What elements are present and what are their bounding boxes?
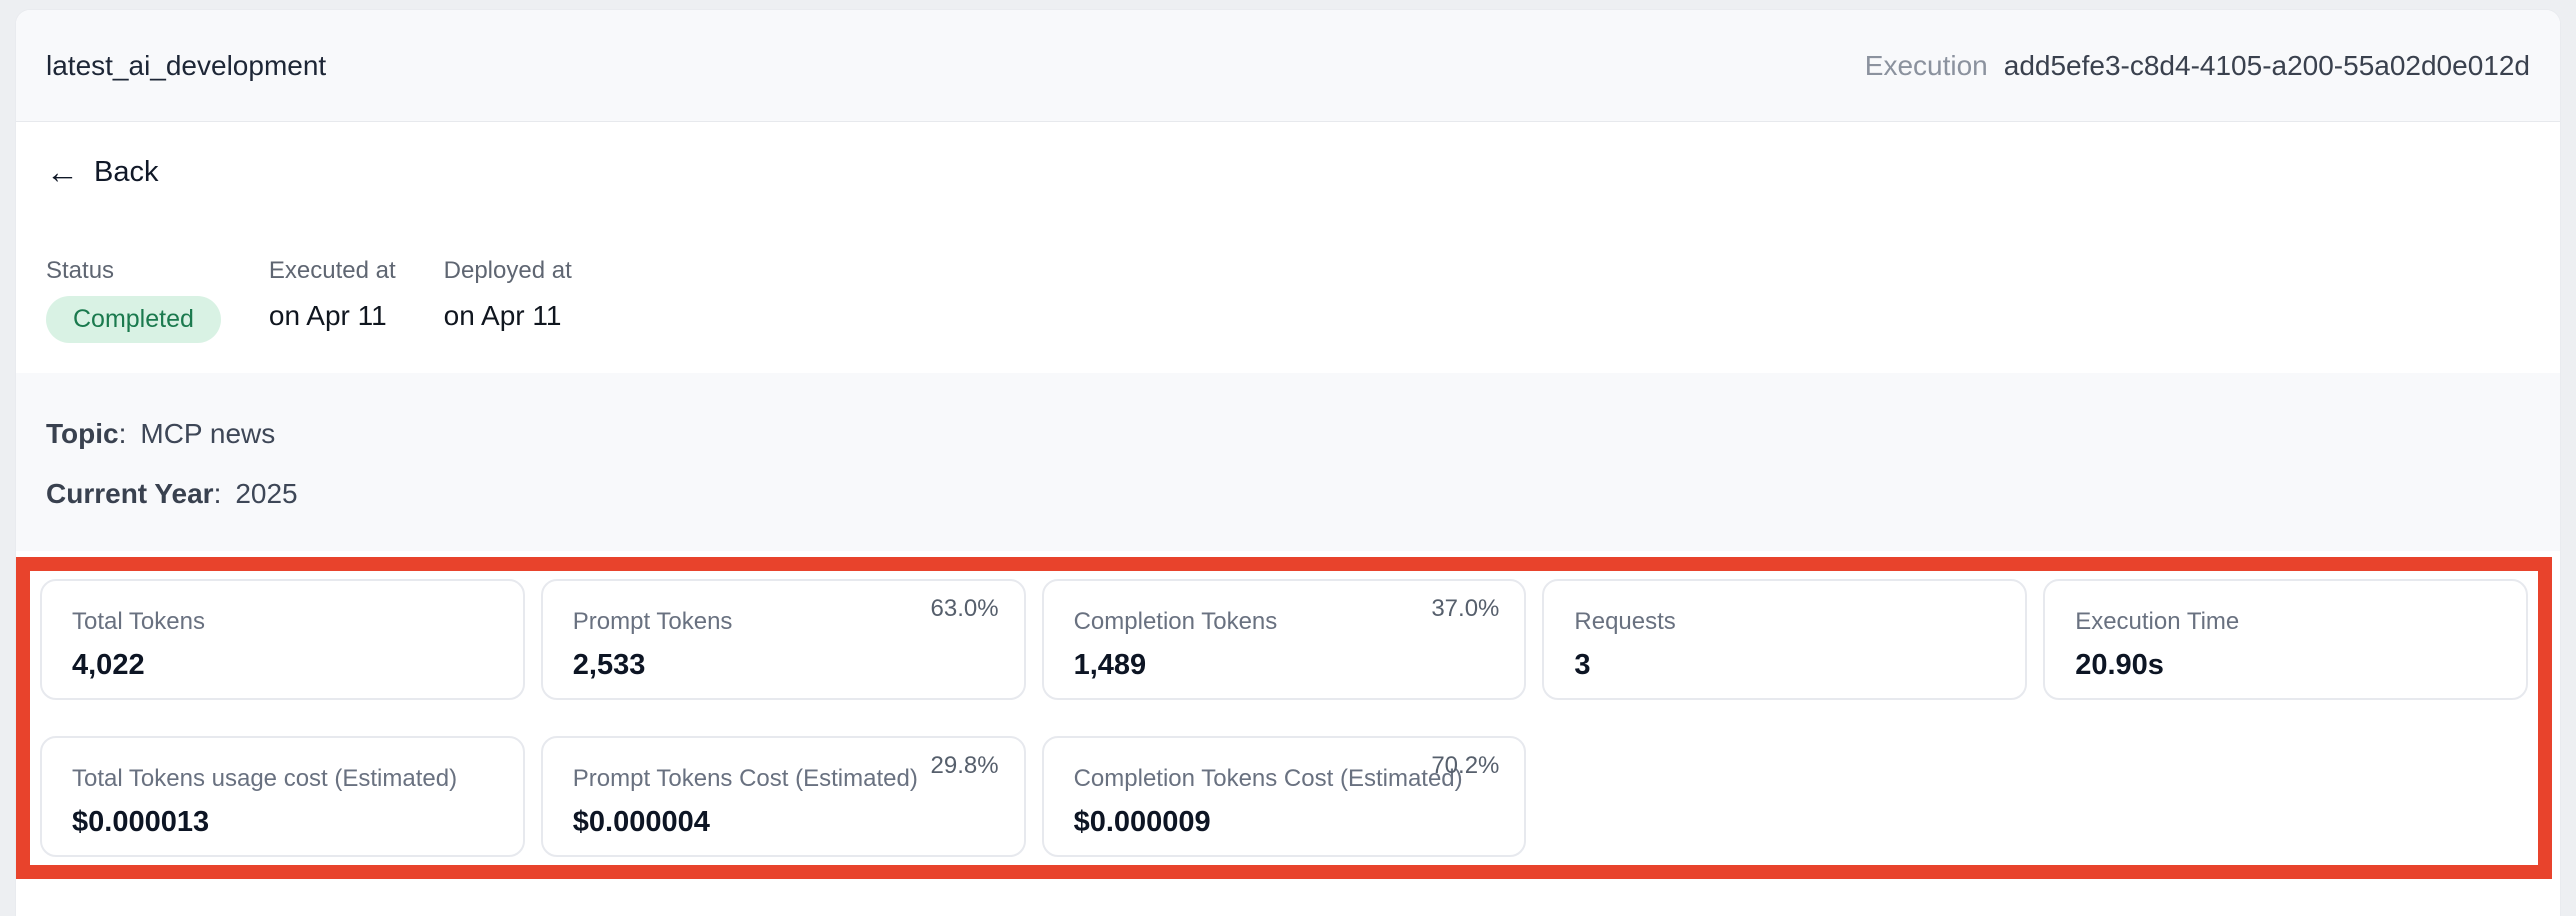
metric-value: $0.000004 — [573, 806, 1000, 839]
metric-label: Total Tokens — [72, 608, 499, 636]
execution-id: add5efe3-c8d4-4105-a200-55a02d0e012d — [2004, 50, 2530, 82]
highlight-box: Total Tokens 4,022 Prompt Tokens 2,533 6… — [16, 557, 2552, 879]
back-arrow-icon: ← — [46, 155, 79, 188]
input-current-year-label: Current Year — [46, 478, 214, 509]
status-section: ← Back Status Completed Executed at on A… — [16, 122, 2560, 373]
status-field: Status Completed — [46, 257, 221, 343]
back-button[interactable]: ← Back — [46, 156, 158, 189]
metric-card-completion-tokens: Completion Tokens 1,489 37.0% — [1042, 579, 1527, 700]
metric-percent: 63.0% — [931, 595, 999, 623]
input-topic-value: MCP news — [140, 418, 275, 449]
metric-value: $0.000009 — [1074, 806, 1501, 839]
header: latest_ai_development Execution add5efe3… — [16, 10, 2560, 122]
metric-card-requests: Requests 3 — [1542, 579, 2027, 700]
status-row: Status Completed Executed at on Apr 11 D… — [46, 257, 2530, 343]
metric-value: 4,022 — [72, 649, 499, 682]
metrics-grid: Total Tokens 4,022 Prompt Tokens 2,533 6… — [40, 579, 2528, 857]
input-topic-separator: : — [119, 418, 127, 449]
metric-card-total-tokens-cost: Total Tokens usage cost (Estimated) $0.0… — [40, 736, 525, 857]
input-current-year-separator: : — [214, 478, 222, 509]
metric-percent: 29.8% — [931, 752, 999, 780]
metric-label: Requests — [1574, 608, 2001, 636]
executed-at-label: Executed at — [269, 257, 396, 285]
metric-value: 2,533 — [573, 649, 1000, 682]
executed-at-value: on Apr 11 — [269, 300, 396, 332]
metric-percent: 37.0% — [1431, 595, 1499, 623]
execution-detail-card: latest_ai_development Execution add5efe3… — [16, 10, 2560, 916]
deployed-at-value: on Apr 11 — [444, 300, 572, 332]
metric-card-prompt-tokens: Prompt Tokens 2,533 63.0% — [541, 579, 1026, 700]
deployed-at-label: Deployed at — [444, 257, 572, 285]
metric-card-total-tokens: Total Tokens 4,022 — [40, 579, 525, 700]
back-label: Back — [94, 156, 158, 189]
metric-card-prompt-tokens-cost: Prompt Tokens Cost (Estimated) $0.000004… — [541, 736, 1026, 857]
input-current-year: Current Year:2025 — [46, 478, 2530, 510]
status-label: Status — [46, 257, 221, 285]
execution-label: Execution — [1865, 50, 1988, 82]
metric-label: Total Tokens usage cost (Estimated) — [72, 765, 499, 793]
input-topic-label: Topic — [46, 418, 119, 449]
metric-label: Execution Time — [2075, 608, 2502, 636]
status-badge: Completed — [46, 296, 221, 343]
executed-at-field: Executed at on Apr 11 — [269, 257, 396, 343]
metric-percent: 70.2% — [1431, 752, 1499, 780]
deployed-at-field: Deployed at on Apr 11 — [444, 257, 572, 343]
crew-title: latest_ai_development — [46, 50, 326, 82]
inputs-section: Topic:MCP news Current Year:2025 — [16, 373, 2560, 551]
metric-value: 1,489 — [1074, 649, 1501, 682]
metric-card-completion-tokens-cost: Completion Tokens Cost (Estimated) $0.00… — [1042, 736, 1527, 857]
execution-info: Execution add5efe3-c8d4-4105-a200-55a02d… — [1865, 50, 2530, 82]
input-current-year-value: 2025 — [235, 478, 297, 509]
metric-value: 3 — [1574, 649, 2001, 682]
metric-value: 20.90s — [2075, 649, 2502, 682]
metric-card-execution-time: Execution Time 20.90s — [2043, 579, 2528, 700]
input-topic: Topic: MCP news — [46, 418, 2530, 450]
metric-value: $0.000013 — [72, 806, 499, 839]
